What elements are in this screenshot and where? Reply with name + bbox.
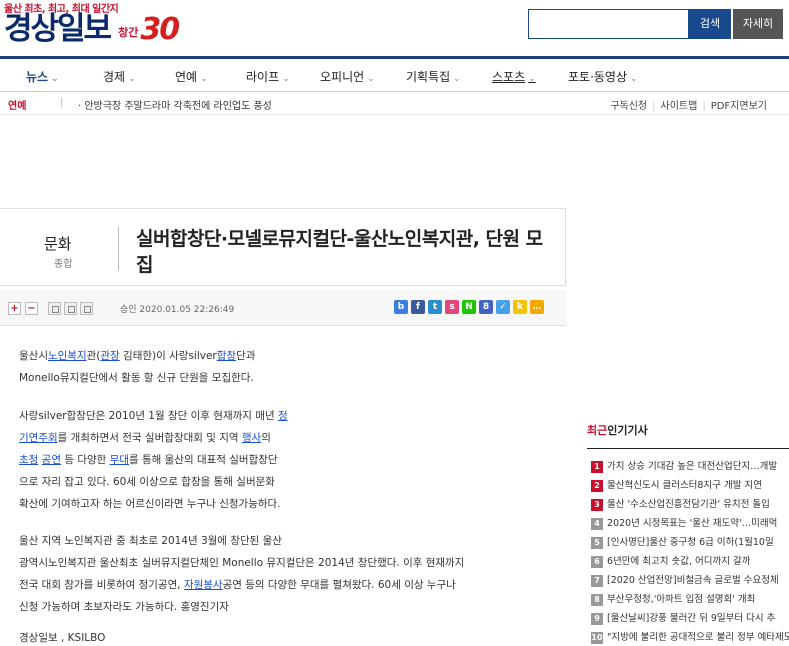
popular-item[interactable]: 5 [인사명단]울산 중구청 6급 이하(1월10일 — [591, 534, 789, 550]
chevron-down-icon: ⌄ — [282, 74, 290, 84]
kakaotalk-share-icon[interactable]: k — [513, 300, 527, 314]
logo-text: 경상일보 — [4, 11, 112, 47]
kakaostory-share-icon[interactable]: s — [445, 300, 459, 314]
keyword-link[interactable]: 자원봉사 — [184, 579, 223, 591]
anniversary-number: 30 — [140, 12, 180, 47]
flash-news-label: 연예 — [8, 101, 27, 112]
paragraph-1: 울산시노인복지관(관장 김태한)이 사랑silver합창단과 Monello뮤지… — [19, 350, 256, 384]
nav-item-sports[interactable]: 스포츠 ⌄ — [492, 68, 536, 85]
chevron-down-icon: ⌄ — [128, 74, 136, 84]
keyword-link[interactable]: 공연 — [42, 454, 61, 466]
nav-item-life[interactable]: 라이프 ⌄ — [246, 68, 290, 85]
keyword-link[interactable]: 노인복지 — [48, 350, 87, 362]
paragraph-2: 사랑silver합창단은 2010년 1월 창단 이후 현재까지 매년 정 기연… — [19, 410, 288, 510]
paragraph-3: 울산 지역 노인복지관 중 최초로 2014년 3월에 창단된 울산 광역시노인… — [19, 535, 465, 613]
chevron-down-icon: ⌄ — [528, 74, 536, 84]
site-logo[interactable]: 경상일보 창간 30 — [4, 10, 180, 47]
font-increase-button[interactable]: + — [8, 302, 21, 315]
chat-share-icon[interactable]: … — [530, 300, 544, 314]
search-button[interactable]: 검색 — [689, 9, 731, 39]
nav-item-news[interactable]: 뉴스 ⌄ — [26, 68, 59, 85]
chevron-down-icon: ⌄ — [453, 74, 461, 84]
keyword-link[interactable]: 행사 — [242, 432, 261, 444]
popular-item[interactable]: 8 부산우정청,'아파트 입점 설명회' 개최 — [591, 591, 789, 607]
twitter-share-icon[interactable]: t — [428, 300, 442, 314]
nav-item-entertainment[interactable]: 연예 ⌄ — [175, 68, 208, 85]
nav-item-opinion[interactable]: 오피니언 ⌄ — [320, 68, 375, 85]
font-decrease-button[interactable]: − — [25, 302, 38, 315]
sub-bar: 연예 | · 안방극장 주말드라마 각축전에 라인업도 풍성 구독신청 | 사이트맵… — [0, 93, 789, 115]
article-byline: 경상일보 , KSILBO — [19, 632, 106, 644]
subscribe-link[interactable]: 구독신청 — [610, 101, 647, 112]
popular-item[interactable]: 7 [2020 산업전망]비철금속 글로벌 수요정체 — [591, 572, 789, 588]
utility-links: 구독신청 | 사이트맵 | PDF지면보기 — [610, 101, 767, 112]
popular-title: 최근인기기사 — [587, 424, 648, 437]
article-toolbar: + − 승인 2020.01.05 22:26:49 b f t s N 8 ✓… — [0, 290, 566, 326]
nav-item-economy[interactable]: 경제 ⌄ — [103, 68, 136, 85]
popular-item[interactable]: 2 울산혁신도시 클러스터8지구 개발 지연 — [591, 477, 789, 493]
popular-item[interactable]: 9 [울산날씨]강풍 물러간 뒤 9일부터 다시 추 — [591, 610, 789, 626]
subsection-name[interactable]: 종합 — [54, 255, 72, 270]
band-share-icon[interactable]: 8 — [479, 300, 493, 314]
publish-date: 승인 2020.01.05 22:26:49 — [120, 305, 235, 315]
keyword-link[interactable]: 관장 — [100, 350, 119, 362]
scrap-icon[interactable] — [80, 302, 93, 315]
blog-share-icon[interactable]: b — [394, 300, 408, 314]
chevron-down-icon: ⌄ — [367, 74, 375, 84]
detail-search-button[interactable]: 자세히 — [733, 9, 783, 39]
popular-item[interactable]: 3 울산 '수소산업진흥전담기관' 유치전 돌입 — [591, 496, 789, 512]
nav-item-special[interactable]: 기획특집 ⌄ — [406, 68, 461, 85]
keyword-link[interactable]: 초청 — [19, 454, 38, 466]
popular-articles: 최근인기기사 1 가치 상승 기대감 높은 대전산업단지…개발 2 울산혁신도시 클… — [587, 422, 789, 646]
header-divider — [118, 227, 119, 271]
flash-news-headline[interactable]: · 안방극장 주말드라마 각축전에 라인업도 풍성 — [78, 97, 272, 112]
chevron-down-icon: ⌄ — [200, 74, 208, 84]
anniversary-label: 창간 — [118, 26, 139, 39]
keyword-link[interactable]: 기연주회 — [19, 432, 58, 444]
main-nav: 뉴스 ⌄ 경제 ⌄ 연예 ⌄ 라이프 ⌄ 오피니언 ⌄ 기획특집 ⌄ 스포츠 ⌄ 포토·동영상… — [0, 59, 789, 92]
nav-item-photo-video[interactable]: 포토·동영상 ⌄ — [568, 68, 638, 85]
keyword-link[interactable]: 합창 — [217, 350, 236, 362]
chevron-down-icon: ⌄ — [51, 74, 59, 84]
print-icon[interactable] — [48, 302, 61, 315]
pdf-link[interactable]: PDF지면보기 — [711, 101, 767, 112]
flash-separator: | — [60, 97, 64, 108]
popular-item[interactable]: 6 6년만에 최고치 솟값, 어디까지 갈까 — [591, 553, 789, 569]
chevron-down-icon: ⌄ — [630, 74, 638, 84]
bookmark-share-icon[interactable]: ✓ — [496, 300, 510, 314]
article-title: 실버합창단·모넬로뮤지컬단-울산노인복지관, 단원 모집 — [136, 228, 543, 276]
search-input[interactable] — [528, 9, 689, 39]
keyword-link[interactable]: 정 — [278, 410, 288, 422]
popular-item[interactable]: 1 가치 상승 기대감 높은 대전산업단지…개발 — [591, 458, 789, 474]
popular-divider — [587, 448, 789, 449]
facebook-share-icon[interactable]: f — [411, 300, 425, 314]
section-name[interactable]: 문화 — [44, 233, 72, 254]
naver-share-icon[interactable]: N — [462, 300, 476, 314]
keyword-link[interactable]: 무대 — [110, 454, 129, 466]
popular-item[interactable]: 4 2020년 시정목표는 '울산 재도약'…미래먹 — [591, 515, 789, 531]
popular-item[interactable]: 10 "지방에 불리한 공대적으로 불리 정부 예타제도 개 — [591, 629, 789, 645]
email-icon[interactable] — [64, 302, 77, 315]
sitemap-link[interactable]: 사이트맵 — [661, 101, 698, 112]
